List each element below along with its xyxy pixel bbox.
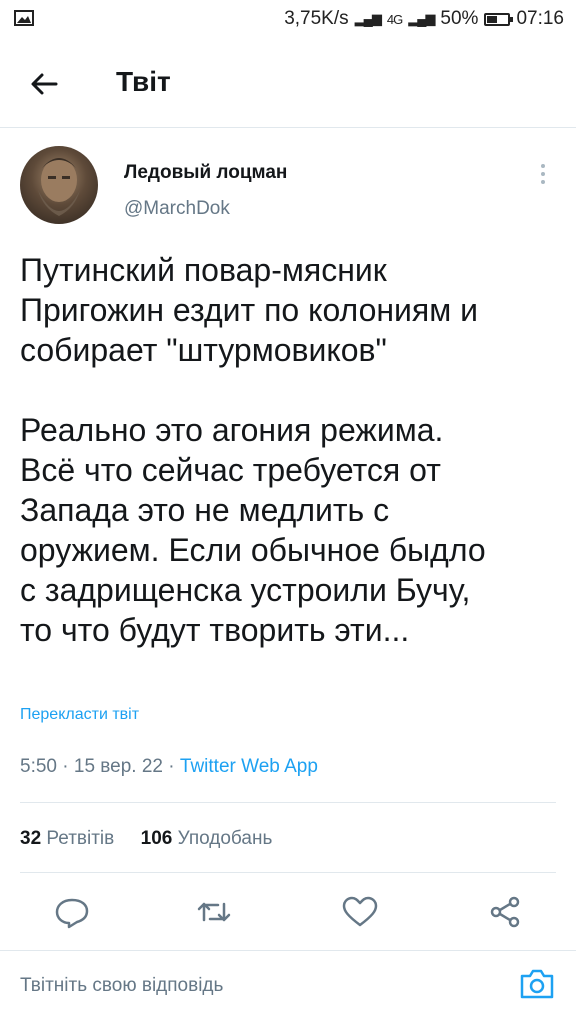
tweet-date: 15 вер. 22 <box>73 756 163 777</box>
signal-icon-2: ▂▄▆ <box>408 11 435 26</box>
likes-label: Уподобань <box>177 828 273 849</box>
tweet-stats: 32 Ретвітів 106 Уподобань <box>20 828 272 850</box>
page-title: Твіт <box>116 66 171 97</box>
retweets-label: Ретвітів <box>46 828 115 849</box>
clock: 07:16 <box>516 8 564 29</box>
like-icon <box>342 896 378 927</box>
reply-bar <box>0 950 576 1024</box>
tweet-text: Путинский повар-мясник Пригожин ездит по… <box>20 252 486 648</box>
network-speed: 3,75K/s <box>284 8 349 29</box>
battery-fill <box>487 15 498 23</box>
retweets-count: 32 <box>20 828 42 849</box>
meta-separator: · <box>168 756 175 777</box>
tweet-meta: 5:50 · 15 вер. 22 · Twitter Web App <box>20 756 318 778</box>
battery-icon <box>484 12 514 26</box>
translate-tweet-link[interactable]: Перекласти твіт <box>20 706 139 724</box>
reply-input[interactable] <box>20 971 500 1001</box>
likes-stat[interactable]: 106 Уподобань <box>141 828 273 849</box>
retweet-icon <box>197 902 231 922</box>
reply-icon <box>55 898 89 929</box>
more-options-button[interactable] <box>534 160 552 188</box>
tweet-source[interactable]: Twitter Web App <box>180 756 318 777</box>
likes-count: 106 <box>140 828 173 849</box>
divider <box>20 872 556 873</box>
more-icon <box>541 164 545 184</box>
tweet-time: 5:50 <box>20 756 57 777</box>
app-header: Твіт <box>0 40 576 128</box>
network-type: 4G <box>386 11 403 27</box>
meta-separator: · <box>62 756 69 777</box>
status-bar: 3,75K/s ▂▄▆ 4G ▂▄▆ 50% 07:16 <box>0 0 576 40</box>
battery-percent: 50% <box>440 8 479 29</box>
share-icon <box>490 896 520 928</box>
author-handle[interactable]: @MarchDok <box>124 198 230 220</box>
divider <box>20 802 556 803</box>
back-arrow-icon <box>31 73 58 95</box>
author-name[interactable]: Ледовый лоцман <box>124 162 287 184</box>
like-button[interactable] <box>340 894 380 930</box>
avatar[interactable] <box>20 146 98 224</box>
retweets-stat[interactable]: 32 Ретвітів <box>20 828 114 849</box>
retweet-button[interactable] <box>194 894 234 930</box>
reply-button[interactable] <box>52 894 92 930</box>
back-button[interactable] <box>26 66 62 102</box>
gallery-notification-icon <box>14 10 34 32</box>
share-button[interactable] <box>486 894 526 930</box>
camera-button[interactable] <box>518 967 556 1001</box>
camera-icon <box>520 969 554 999</box>
signal-icon: ▂▄▆ <box>354 11 382 26</box>
